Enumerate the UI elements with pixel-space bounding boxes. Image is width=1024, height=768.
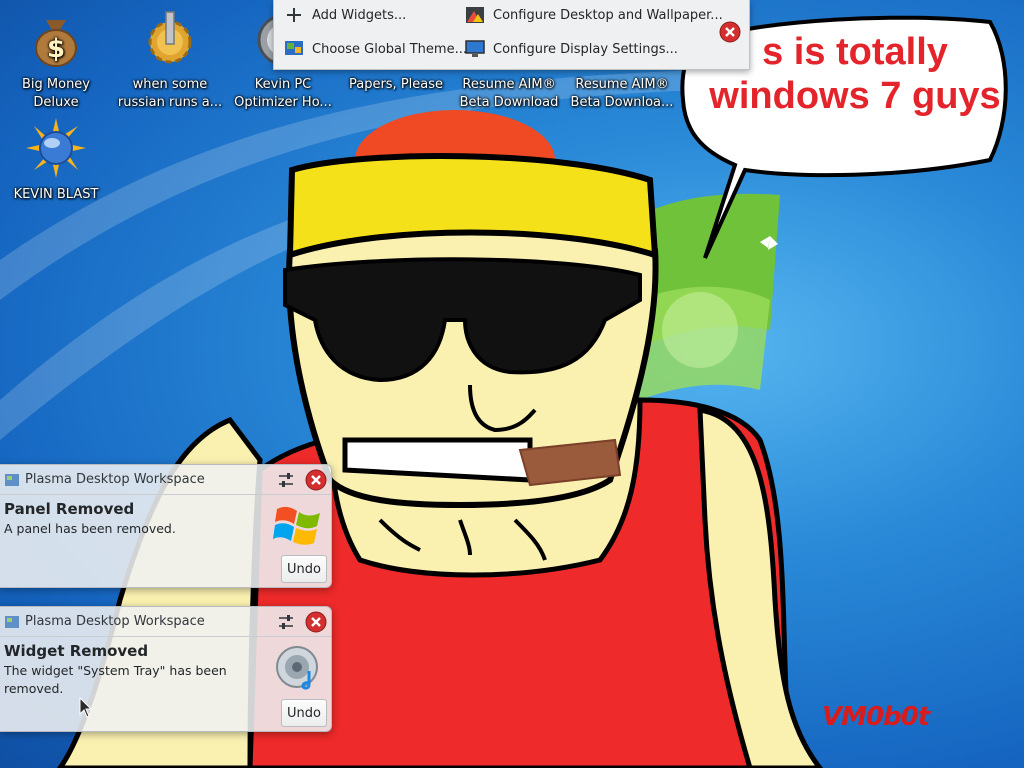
money-bag-icon: $ xyxy=(35,20,77,67)
desktop-icon-label: Resume AIM® Beta Downloa... xyxy=(570,77,674,110)
close-icon[interactable] xyxy=(719,21,741,43)
desktop-icon-kevin-blast[interactable]: KEVIN BLAST xyxy=(0,110,112,204)
notification-text: A panel has been removed. xyxy=(4,521,176,536)
menu-item-configure-desktop[interactable]: Configure Desktop and Wallpaper... xyxy=(465,0,723,30)
wallpaper-signature: VM0b0t xyxy=(822,702,930,732)
notification-header: Plasma Desktop Workspace xyxy=(0,465,331,495)
desktop-icon-label: Big Money Deluxe xyxy=(21,77,90,110)
notification-header: Plasma Desktop Workspace xyxy=(0,607,331,637)
desktop-icon-label: KEVIN BLAST xyxy=(13,187,99,202)
settings-sliders-icon[interactable] xyxy=(275,469,297,491)
notification-app-name: Plasma Desktop Workspace xyxy=(25,472,205,487)
close-icon[interactable] xyxy=(305,469,327,491)
desktop-config-icon xyxy=(466,7,484,23)
desktop-icon-label: when some russian runs a... xyxy=(117,77,223,110)
theme-icon xyxy=(285,41,303,55)
close-icon[interactable] xyxy=(305,611,327,633)
gear-icon xyxy=(148,11,192,64)
notification-text: The widget "System Tray" has been remove… xyxy=(4,663,227,696)
notification-app-name: Plasma Desktop Workspace xyxy=(25,614,205,629)
desktop-icon-big-money-deluxe[interactable]: $ Big Money Deluxe xyxy=(0,0,112,112)
desktop-icon-russian[interactable]: when some russian runs a... xyxy=(114,0,226,112)
plasma-icon xyxy=(5,473,19,486)
undo-button[interactable]: Undo xyxy=(281,555,327,583)
menu-item-add-widgets[interactable]: Add Widgets... xyxy=(284,0,406,30)
desktop-icon-label: Kevin PC Optimizer Ho... xyxy=(234,77,332,110)
settings-sliders-icon[interactable] xyxy=(275,611,297,633)
speaker-icon xyxy=(276,646,318,690)
menu-item-label: Configure Desktop and Wallpaper... xyxy=(493,7,723,23)
svg-text:$: $ xyxy=(47,34,65,64)
wallpaper-teeth xyxy=(342,437,533,483)
notification-body: Panel Removed A panel has been removed. … xyxy=(0,495,331,583)
notification-panel-removed: Plasma Desktop Workspace Panel Removed A… xyxy=(0,464,332,588)
menu-item-display-settings[interactable]: Configure Display Settings... xyxy=(465,34,678,64)
blast-icon xyxy=(26,118,86,178)
desktop-icon-label: Resume AIM® Beta Download xyxy=(459,77,559,110)
desktop-context-menu: Add Widgets... Configure Desktop and Wal… xyxy=(273,0,750,70)
desktop-icon-label: Papers, Please xyxy=(348,77,444,92)
plasma-icon xyxy=(5,615,19,628)
plus-icon xyxy=(287,8,301,22)
display-icon xyxy=(465,40,485,57)
undo-button[interactable]: Undo xyxy=(281,699,327,727)
menu-item-label: Choose Global Theme... xyxy=(312,41,467,57)
notification-widget-removed: Plasma Desktop Workspace Widget Removed … xyxy=(0,606,332,732)
mouse-cursor-icon xyxy=(79,697,93,718)
windows-logo-icon xyxy=(273,506,320,545)
notification-body: Widget Removed The widget "System Tray" … xyxy=(0,637,331,727)
menu-item-global-theme[interactable]: Choose Global Theme... xyxy=(284,34,467,64)
menu-item-label: Add Widgets... xyxy=(312,7,407,23)
speech-line-2: windows 7 guys xyxy=(709,75,1001,117)
menu-item-label: Configure Display Settings... xyxy=(493,41,678,57)
